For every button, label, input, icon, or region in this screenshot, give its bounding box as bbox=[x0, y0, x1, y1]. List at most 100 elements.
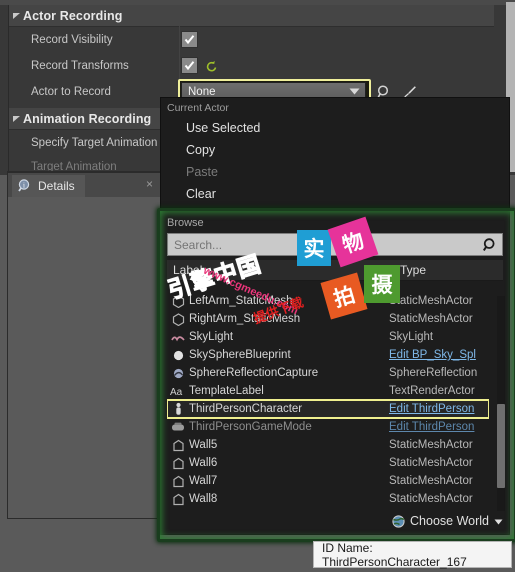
item-type: StaticMeshActor bbox=[389, 439, 473, 451]
combo-selected-value: None bbox=[188, 85, 216, 98]
wall-icon bbox=[167, 454, 189, 472]
browse-footer: Choose World bbox=[167, 512, 503, 530]
chevron-down-icon[interactable] bbox=[9, 108, 23, 129]
choose-world-label: Choose World bbox=[410, 514, 489, 528]
item-name: Wall7 bbox=[189, 475, 218, 487]
menu-item-copy[interactable]: Copy bbox=[161, 139, 509, 161]
item-type-link[interactable]: Edit BP_Sky_Spl bbox=[389, 349, 489, 361]
item-type: StaticMeshActor bbox=[389, 313, 473, 325]
list-item[interactable]: SkySphereBlueprint Edit BP_Sky_Spl bbox=[167, 346, 489, 364]
menu-item-use-selected[interactable]: Use Selected bbox=[161, 117, 509, 139]
browse-actor-picker: Browse Search... Label Type LeftArm_Stat… bbox=[160, 211, 510, 535]
staticmesh-icon bbox=[167, 292, 189, 310]
tab-label: Details bbox=[38, 179, 75, 193]
wall-icon bbox=[167, 472, 189, 490]
text-aa-icon: Aa bbox=[167, 382, 189, 400]
list-item[interactable]: SphereReflectionCapture SphereReflection bbox=[167, 364, 489, 382]
menu-item-clear[interactable]: Clear bbox=[161, 183, 509, 205]
item-type-link[interactable]: Edit ThirdPerson bbox=[389, 421, 489, 433]
property-label: Specify Target Animation bbox=[31, 136, 158, 149]
property-row-record-transforms: Record Transforms bbox=[9, 53, 494, 78]
list-item[interactable]: RightArm_StaticMesh StaticMeshActor bbox=[167, 310, 489, 328]
category-title: Actor Recording bbox=[23, 8, 123, 23]
info-magnifier-icon: i bbox=[16, 178, 33, 195]
skylight-icon bbox=[167, 328, 189, 346]
globe-icon bbox=[389, 513, 407, 529]
item-type: SkyLight bbox=[389, 331, 434, 343]
actor-list[interactable]: LeftArm_StaticMesh StaticMeshActor Right… bbox=[167, 292, 489, 515]
menu-section-label: Current Actor bbox=[167, 102, 229, 114]
list-column-headers: Label Type bbox=[167, 260, 503, 281]
item-name: RightArm_StaticMesh bbox=[189, 313, 301, 325]
chevron-down-icon[interactable] bbox=[9, 5, 23, 26]
tab-details[interactable]: i Details bbox=[12, 175, 85, 197]
column-header-type[interactable]: Type bbox=[394, 263, 503, 277]
category-header-actor-recording[interactable]: Actor Recording bbox=[9, 5, 494, 27]
list-scrollbar[interactable] bbox=[497, 296, 505, 511]
sphere-icon bbox=[167, 346, 189, 364]
svg-text:i: i bbox=[23, 182, 25, 190]
column-header-label[interactable]: Label bbox=[167, 263, 394, 277]
item-name: TemplateLabel bbox=[189, 385, 264, 397]
choose-world-button[interactable]: Choose World bbox=[389, 513, 503, 529]
search-icon[interactable] bbox=[478, 237, 502, 253]
list-item[interactable]: Wall5 StaticMeshActor bbox=[167, 436, 489, 454]
item-name: ThirdPersonGameMode bbox=[189, 421, 312, 433]
item-type: StaticMeshActor bbox=[389, 475, 473, 487]
chevron-down-icon[interactable] bbox=[343, 88, 365, 95]
property-label: Record Visibility bbox=[31, 33, 113, 46]
svg-text:Aa: Aa bbox=[170, 387, 183, 397]
property-label: Actor to Record bbox=[31, 85, 111, 98]
list-item-selected[interactable]: ThirdPersonCharacter Edit ThirdPerson bbox=[167, 399, 489, 419]
category-title: Animation Recording bbox=[23, 111, 152, 126]
item-name: ThirdPersonCharacter bbox=[189, 403, 303, 415]
list-item[interactable]: Aa TemplateLabel TextRenderActor bbox=[167, 382, 489, 400]
item-name: Wall6 bbox=[189, 457, 218, 469]
record-visibility-checkbox[interactable] bbox=[181, 31, 198, 48]
property-row-record-visibility: Record Visibility bbox=[9, 27, 494, 52]
chevron-down-icon[interactable] bbox=[494, 514, 503, 528]
wall-icon bbox=[167, 436, 189, 454]
item-type: SphereReflection bbox=[389, 367, 478, 379]
details-panel: i Details × bbox=[8, 172, 160, 518]
reset-to-default-icon[interactable] bbox=[205, 59, 218, 72]
item-name: SkySphereBlueprint bbox=[189, 349, 291, 361]
item-type: StaticMeshActor bbox=[389, 457, 473, 469]
property-value bbox=[181, 31, 494, 48]
reflection-icon bbox=[167, 364, 189, 382]
tooltip-text: ID Name: ThirdPersonCharacter_167 bbox=[322, 540, 467, 569]
list-item[interactable]: Wall7 StaticMeshActor bbox=[167, 472, 489, 490]
list-scrollbar-thumb[interactable] bbox=[497, 404, 505, 488]
wall-icon bbox=[167, 490, 189, 508]
browse-section-label: Browse bbox=[167, 217, 204, 229]
property-label: Target Animation bbox=[31, 160, 117, 173]
item-name: Wall8 bbox=[189, 493, 218, 505]
details-body bbox=[8, 197, 160, 518]
item-type: StaticMeshActor bbox=[389, 493, 473, 505]
item-name: SkyLight bbox=[189, 331, 234, 343]
staticmesh-icon bbox=[167, 310, 189, 328]
details-tabbar: i Details × bbox=[8, 173, 160, 197]
list-item[interactable]: LeftArm_StaticMesh StaticMeshActor bbox=[167, 292, 489, 310]
gamemode-icon bbox=[167, 418, 189, 436]
close-icon[interactable]: × bbox=[146, 178, 153, 190]
item-name: LeftArm_StaticMesh bbox=[189, 295, 293, 307]
list-item[interactable]: Wall6 StaticMeshActor bbox=[167, 454, 489, 472]
item-type-link[interactable]: Edit ThirdPerson bbox=[389, 403, 489, 415]
character-icon bbox=[167, 400, 189, 418]
search-placeholder: Search... bbox=[174, 237, 223, 252]
property-label: Record Transforms bbox=[31, 59, 129, 72]
item-name: Wall5 bbox=[189, 439, 218, 451]
item-type: StaticMeshActor bbox=[389, 295, 473, 307]
item-type: TextRenderActor bbox=[389, 385, 475, 397]
property-value bbox=[181, 57, 494, 74]
list-item[interactable]: SkyLight SkyLight bbox=[167, 328, 489, 346]
record-transforms-checkbox[interactable] bbox=[181, 57, 198, 74]
search-input[interactable]: Search... bbox=[167, 233, 503, 256]
menu-separator bbox=[161, 209, 509, 210]
list-item[interactable]: Wall8 StaticMeshActor bbox=[167, 490, 489, 508]
list-item[interactable]: ThirdPersonGameMode Edit ThirdPerson bbox=[167, 418, 489, 436]
item-name: SphereReflectionCapture bbox=[189, 367, 319, 379]
menu-item-paste: Paste bbox=[186, 165, 218, 179]
id-name-tooltip: ID Name: ThirdPersonCharacter_167 bbox=[313, 540, 512, 569]
